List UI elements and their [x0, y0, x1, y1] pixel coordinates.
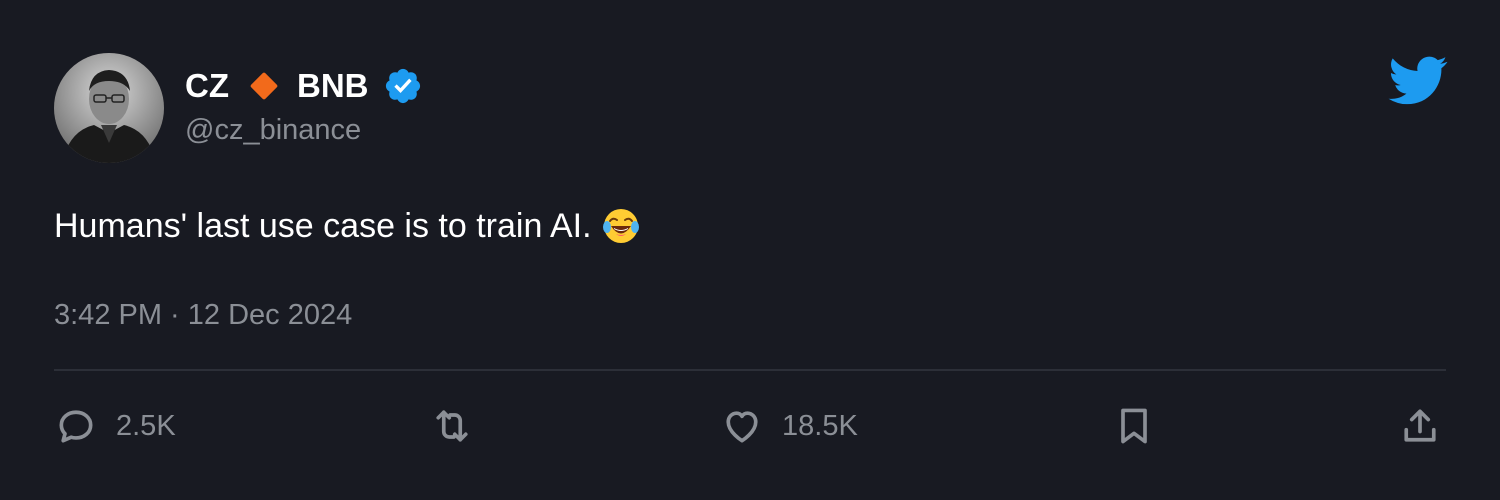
- display-name-first: CZ: [185, 67, 229, 104]
- display-name-second: BNB: [297, 67, 369, 104]
- heart-icon: [726, 411, 758, 443]
- share-button[interactable]: [1398, 404, 1442, 448]
- divider: [54, 369, 1446, 371]
- bookmark-icon: [1121, 408, 1147, 444]
- reply-icon: [59, 410, 93, 443]
- retweet-button[interactable]: [430, 404, 474, 448]
- tweet-text-content: Humans' last use case is to train AI.: [54, 207, 592, 245]
- retweet-icon: [436, 410, 468, 442]
- bookmark-button[interactable]: [1112, 404, 1156, 448]
- reply-count: 2.5K: [116, 409, 176, 442]
- twitter-bird-icon[interactable]: [1388, 55, 1448, 107]
- tweet-card: CZ BNB @cz_binance Humans' last use case…: [0, 0, 1500, 500]
- share-icon: [1404, 409, 1436, 442]
- tweet-text: Humans' last use case is to train AI.: [54, 205, 640, 247]
- user-handle[interactable]: @cz_binance: [185, 113, 361, 147]
- avatar[interactable]: [54, 53, 164, 163]
- tweet-timestamp[interactable]: 3:42 PM · 12 Dec 2024: [54, 297, 352, 333]
- like-count: 18.5K: [782, 409, 858, 442]
- like-button[interactable]: 18.5K: [720, 404, 858, 448]
- orange-diamond-icon: [247, 69, 281, 103]
- verified-badge-icon: [383, 66, 423, 106]
- face-with-tears-of-joy-icon: [602, 207, 640, 245]
- display-name[interactable]: CZ BNB: [185, 66, 423, 106]
- reply-button[interactable]: 2.5K: [54, 404, 176, 448]
